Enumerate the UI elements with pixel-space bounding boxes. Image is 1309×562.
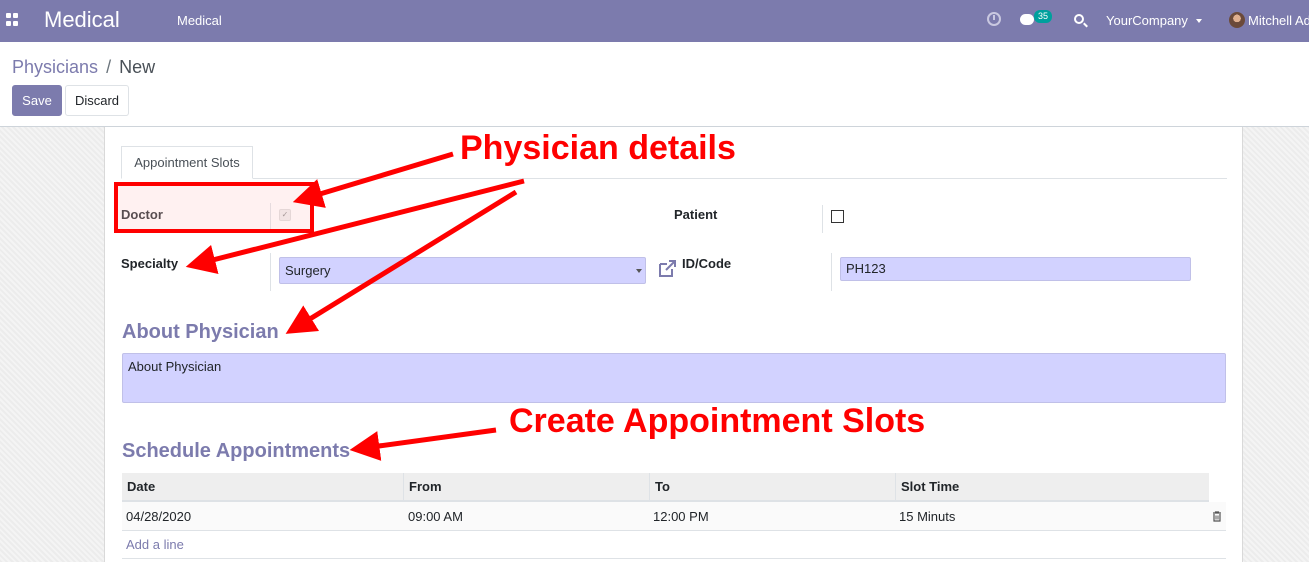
specialty-select[interactable]: Surgery <box>279 257 646 284</box>
avatar[interactable] <box>1229 12 1245 28</box>
activity-clock-icon[interactable] <box>987 12 1001 26</box>
save-button[interactable]: Save <box>12 85 62 116</box>
column-header-to[interactable]: To <box>650 473 896 500</box>
discard-button[interactable]: Discard <box>65 85 129 116</box>
cell-date[interactable]: 04/28/2020 <box>122 502 191 531</box>
tab-appointment-slots[interactable]: Appointment Slots <box>121 146 253 179</box>
cell-to[interactable]: 12:00 PM <box>649 502 709 531</box>
cell-from[interactable]: 09:00 AM <box>404 502 463 531</box>
field-separator <box>270 253 271 291</box>
breadcrumb-separator: / <box>106 57 112 77</box>
idcode-label: ID/Code <box>682 256 732 271</box>
specialty-value: Surgery <box>285 263 331 278</box>
external-link-icon[interactable] <box>657 259 677 279</box>
tabs-divider <box>121 178 1227 179</box>
annotation-physician-details: Physician details <box>460 129 736 167</box>
about-physician-textarea[interactable]: About Physician <box>122 353 1226 403</box>
user-menu[interactable]: Mitchell Ad <box>1248 13 1309 28</box>
schedule-appointments-title: Schedule Appointments <box>122 440 351 462</box>
column-header-date[interactable]: Date <box>122 473 404 500</box>
doctor-highlight-box <box>114 182 314 233</box>
table-header: Date From To Slot Time <box>122 473 1209 502</box>
table-row[interactable]: 04/28/2020 09:00 AM 12:00 PM 15 Minuts <box>122 502 1226 531</box>
add-a-line-link[interactable]: Add a line <box>126 537 184 552</box>
column-header-slot-time[interactable]: Slot Time <box>896 473 1209 500</box>
breadcrumb: Physicians / New <box>12 57 155 78</box>
chevron-down-icon <box>1196 19 1202 23</box>
menu-item-medical[interactable]: Medical <box>177 13 222 28</box>
messages-badge: 35 <box>1034 10 1053 23</box>
messages-icon[interactable] <box>1020 14 1034 25</box>
chevron-down-icon <box>636 269 642 273</box>
annotation-create-appointment-slots: Create Appointment Slots <box>509 402 926 440</box>
field-separator <box>831 253 832 291</box>
company-switcher[interactable]: YourCompany <box>1106 13 1188 28</box>
breadcrumb-current: New <box>119 57 156 77</box>
app-brand[interactable]: Medical <box>44 7 120 33</box>
column-header-from[interactable]: From <box>404 473 650 500</box>
specialty-label: Specialty <box>121 256 179 271</box>
patient-label: Patient <box>674 207 718 222</box>
patient-checkbox[interactable] <box>831 210 844 223</box>
table-bottom-border <box>122 558 1226 559</box>
trash-icon[interactable] <box>1212 511 1222 522</box>
about-physician-title: About Physician <box>122 321 279 343</box>
breadcrumb-parent[interactable]: Physicians <box>12 57 98 77</box>
field-separator <box>822 205 823 233</box>
idcode-input[interactable]: PH123 <box>840 257 1191 281</box>
top-navbar: Medical Medical 35 YourCompany Mitchell … <box>0 0 1309 42</box>
apps-menu-icon[interactable] <box>6 13 20 27</box>
search-icon[interactable] <box>1074 14 1084 24</box>
cell-slot-time[interactable]: 15 Minuts <box>895 502 955 531</box>
